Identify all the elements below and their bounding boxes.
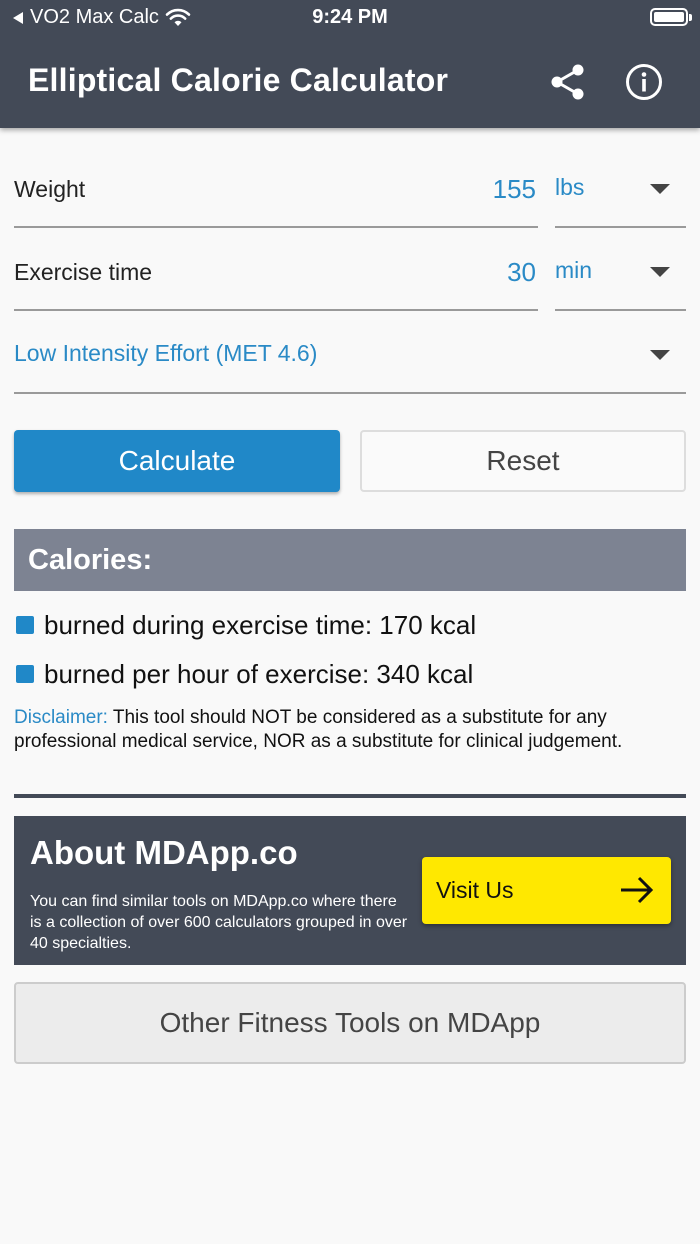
time-unit-select[interactable]: min: [555, 227, 686, 311]
visit-us-button[interactable]: Visit Us: [422, 857, 671, 924]
weight-unit-value: lbs: [555, 174, 585, 200]
intensity-underline: [14, 392, 686, 394]
exercise-time-label: Exercise time: [14, 259, 153, 285]
weight-row: Weight 155 lbs: [14, 144, 686, 228]
reset-button[interactable]: Reset: [360, 430, 686, 492]
status-bar: VO2 Max Calc 9:24 PM: [0, 0, 700, 36]
battery-icon: [650, 8, 692, 26]
weight-unit-select[interactable]: lbs: [555, 144, 686, 228]
exercise-time-row: Exercise time 30 min: [14, 227, 686, 311]
app-header: VO2 Max Calc 9:24 PM Elliptical Calorie …: [0, 0, 700, 128]
result-text: burned per hour of exercise: 340 kcal: [44, 658, 474, 689]
status-time: 9:24 PM: [312, 6, 388, 28]
about-text: You can find similar tools on MDApp.co w…: [30, 893, 408, 952]
result-text: burned during exercise time: 170 kcal: [44, 609, 477, 640]
visit-us-label: Visit Us: [436, 877, 514, 903]
results-header: Calories:: [14, 529, 686, 591]
weight-label: Weight: [14, 176, 86, 202]
disclaimer-label: Disclaimer:: [14, 707, 108, 728]
page-title: Elliptical Calorie Calculator: [28, 62, 449, 98]
bullet-square-icon: [16, 616, 34, 634]
about-title: About MDApp.co: [30, 834, 298, 871]
other-fitness-tools-button[interactable]: Other Fitness Tools on MDApp: [14, 982, 686, 1064]
exercise-time-input[interactable]: 30: [507, 257, 536, 288]
about-panel: About MDApp.co You can find similar tool…: [14, 816, 686, 965]
arrow-right-icon: [621, 876, 654, 904]
intensity-value: Low Intensity Effort (MET 4.6): [14, 340, 318, 366]
weight-input[interactable]: 155: [493, 174, 536, 205]
info-icon[interactable]: [624, 62, 664, 102]
calculate-button[interactable]: Calculate: [14, 430, 340, 492]
chevron-down-icon: [650, 350, 670, 360]
result-item: burned per hour of exercise: 340 kcal: [14, 654, 686, 694]
chevron-down-icon: [650, 267, 670, 277]
result-item: burned during exercise time: 170 kcal: [14, 605, 686, 645]
time-unit-value: min: [555, 257, 593, 283]
bullet-square-icon: [16, 665, 34, 683]
intensity-select[interactable]: Low Intensity Effort (MET 4.6): [14, 310, 686, 394]
section-divider: [14, 794, 686, 798]
share-icon[interactable]: [548, 62, 588, 102]
disclaimer: Disclaimer: This tool should NOT be cons…: [14, 706, 688, 754]
chevron-down-icon: [650, 184, 670, 194]
